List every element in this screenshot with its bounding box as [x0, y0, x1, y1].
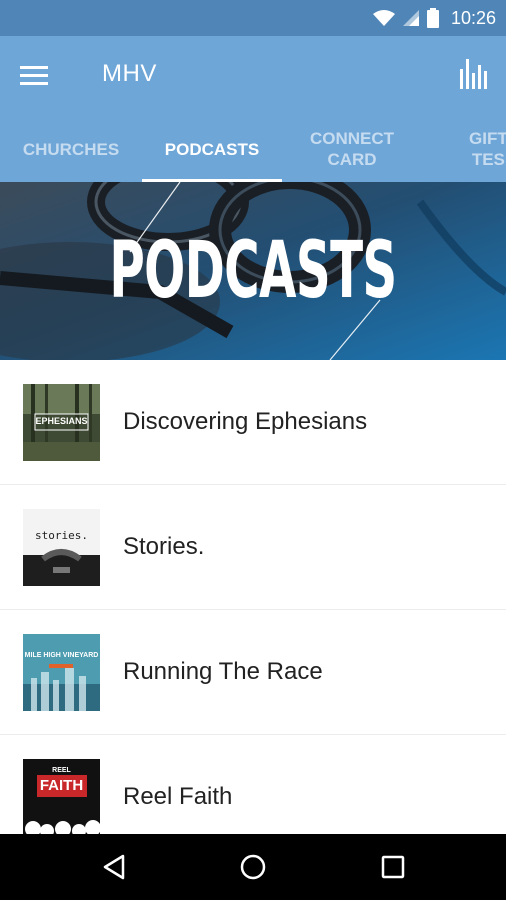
podcast-artwork: REEL FAITH: [23, 759, 100, 836]
status-time: 10:26: [450, 7, 496, 28]
back-icon: [103, 854, 125, 880]
tab-gift-test[interactable]: GIFT TES: [422, 116, 506, 182]
tab-connect-card[interactable]: CONNECT CARD: [282, 116, 422, 182]
podcast-art-subtext: REEL: [52, 767, 71, 774]
podcast-artwork: stories.: [23, 509, 100, 586]
system-nav-bar: [0, 834, 506, 900]
podcast-art-text: EPHESIANS: [35, 416, 88, 426]
podcast-artwork: EPHESIANS: [23, 384, 100, 461]
app-bar: MHV: [0, 36, 506, 116]
hero-title: PODCASTS: [109, 226, 397, 316]
podcast-list: EPHESIANS Discovering Ephesians stories.…: [0, 360, 506, 860]
podcast-artwork: MILE HIGH VINEYARD: [23, 634, 100, 711]
menu-button[interactable]: [20, 58, 60, 94]
podcast-title: Running The Race: [123, 658, 323, 685]
back-button[interactable]: [94, 848, 134, 886]
podcast-item-stories[interactable]: stories. Stories.: [0, 485, 506, 610]
app-title: MHV: [102, 60, 157, 87]
tab-podcasts[interactable]: PODCASTS: [142, 116, 282, 182]
battery-icon: [426, 8, 439, 28]
home-button[interactable]: [233, 848, 273, 886]
hamburger-menu-icon: [20, 66, 48, 85]
status-bar: 10:26: [0, 0, 506, 36]
podcast-art-text: MILE HIGH VINEYARD: [24, 652, 99, 659]
podcast-title: Discovering Ephesians: [123, 408, 368, 435]
wifi-icon: [372, 10, 395, 26]
stats-button[interactable]: [456, 56, 492, 92]
recents-icon: [381, 855, 405, 879]
podcast-item-discovering-ephesians[interactable]: EPHESIANS Discovering Ephesians: [0, 360, 506, 485]
hero-banner: PODCASTS: [0, 182, 506, 360]
podcast-art-text: stories.: [35, 529, 88, 542]
tab-churches[interactable]: CHURCHES: [0, 116, 142, 182]
podcast-title: Stories.: [123, 533, 205, 560]
recents-button[interactable]: [373, 848, 413, 886]
podcast-item-running-the-race[interactable]: MILE HIGH VINEYARD Running The Race: [0, 610, 506, 735]
tab-bar: CHURCHES PODCASTS CONNECT CARD GIFT TES: [0, 116, 506, 182]
home-icon: [240, 854, 266, 880]
cell-signal-icon: [402, 10, 419, 26]
podcast-art-text: FAITH: [39, 777, 84, 794]
status-icons: 10:26: [372, 0, 496, 36]
bar-chart-icon: [460, 59, 487, 89]
